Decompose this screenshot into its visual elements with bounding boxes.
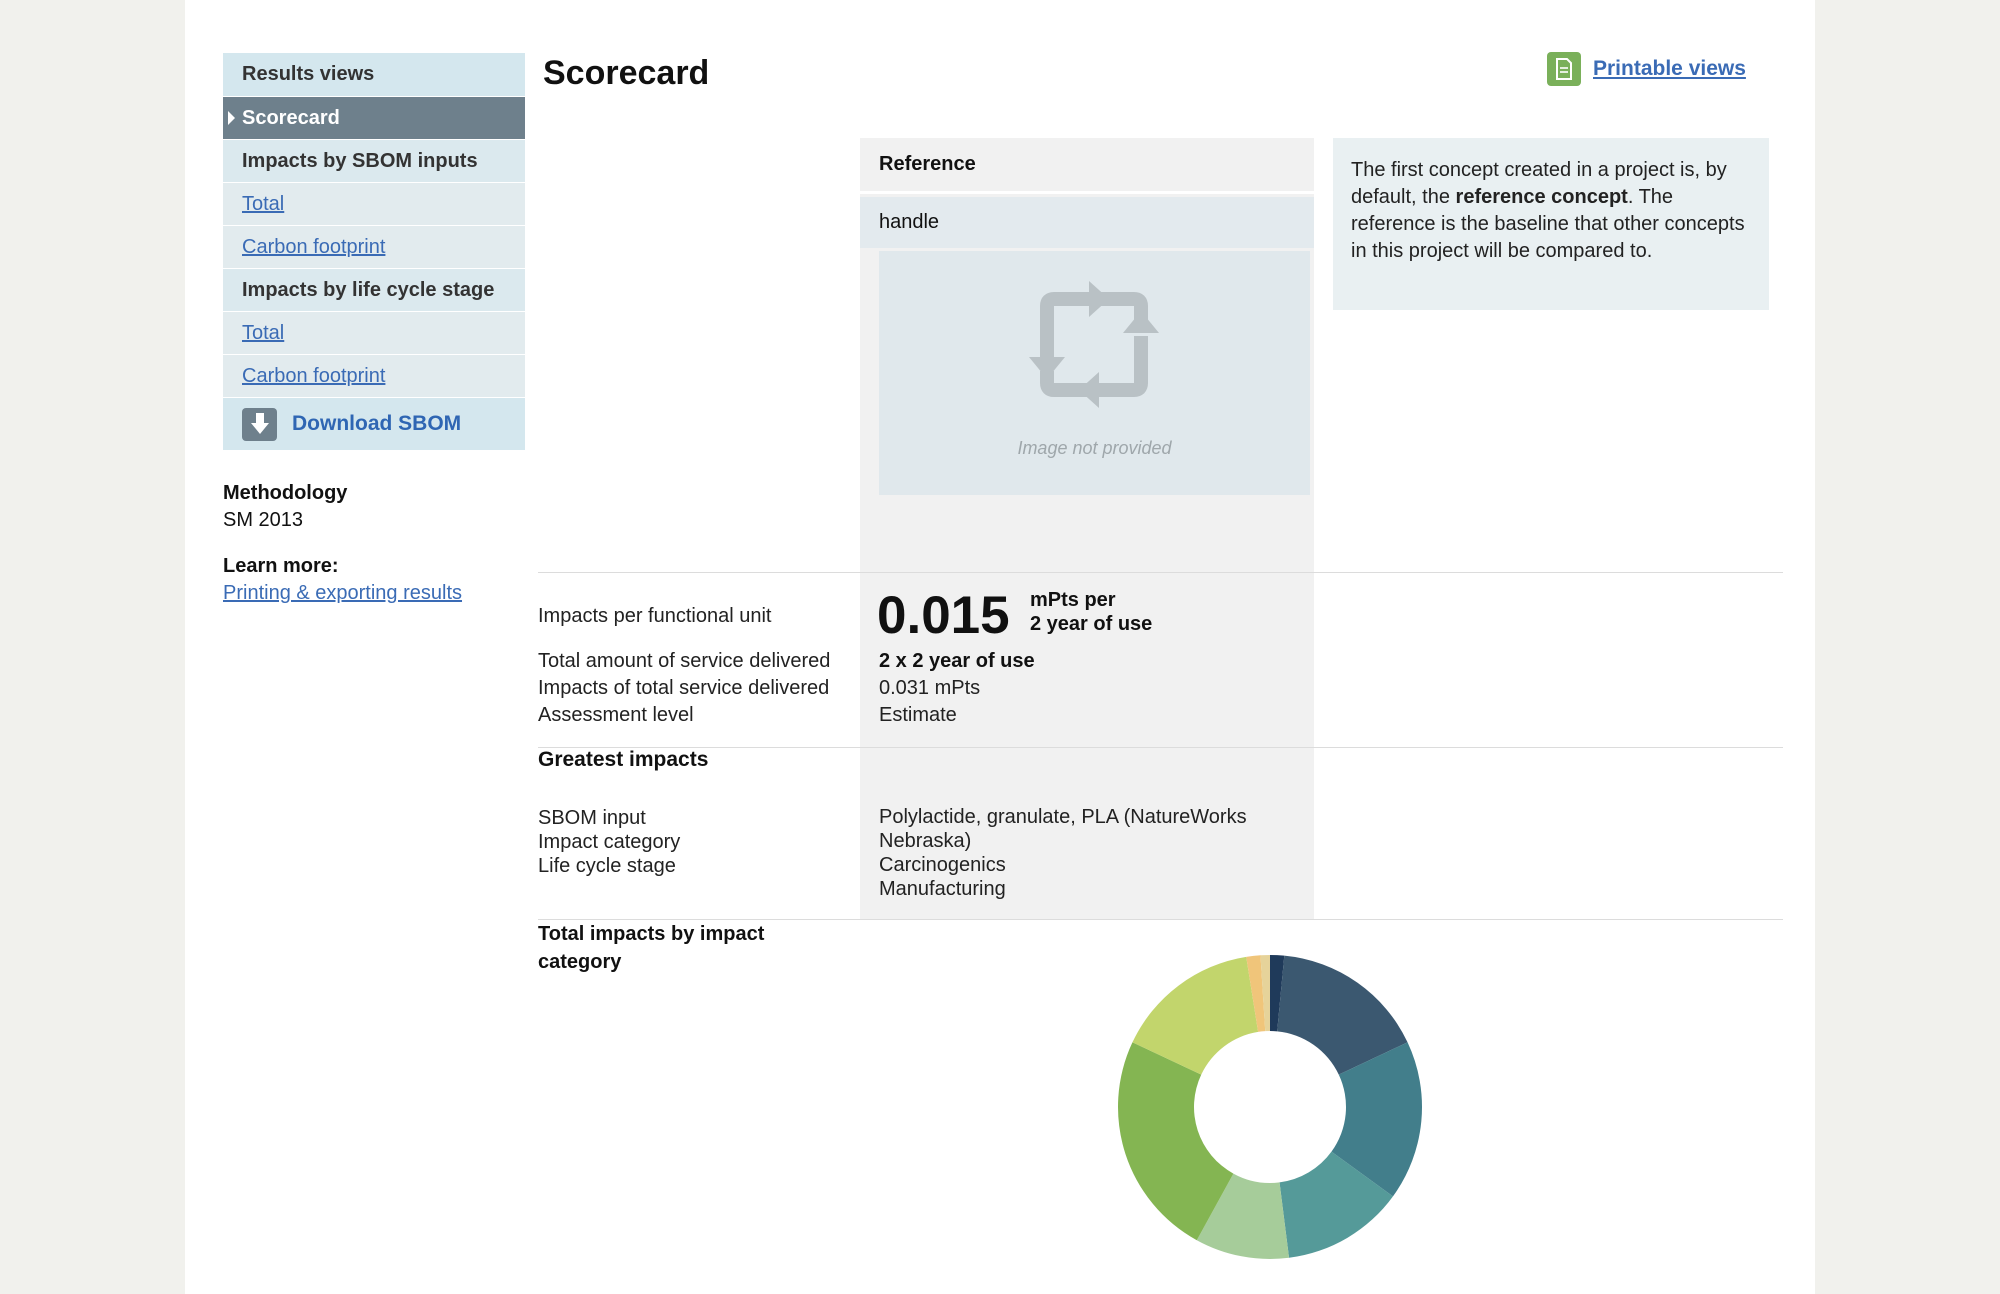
total-service-label: Total amount of service delivered bbox=[538, 650, 831, 672]
info-text-bold: reference concept bbox=[1455, 186, 1628, 208]
greatest-impacts-heading: Greatest impacts bbox=[538, 748, 709, 771]
download-icon bbox=[242, 407, 277, 441]
page-title: Scorecard bbox=[543, 54, 710, 92]
impacts-per-fu-value: 0.015 bbox=[877, 586, 1010, 645]
impacts-total-value: 0.031 mPts bbox=[879, 677, 981, 699]
printable-views-link[interactable]: Printable views bbox=[1593, 57, 1746, 81]
sbom-inputs-heading: Impacts by SBOM inputs bbox=[223, 140, 525, 182]
download-sbom-label: Download SBOM bbox=[292, 412, 462, 435]
unit-line-1: mPts per bbox=[1030, 589, 1116, 611]
sidebar-item-label: Scorecard bbox=[242, 106, 340, 129]
concept-name: handle bbox=[860, 197, 1314, 248]
methodology: Methodology SM 2013 bbox=[223, 480, 347, 534]
impacts-unit: mPts per 2 year of use bbox=[1030, 588, 1152, 636]
sbom-total-link[interactable]: Total bbox=[242, 193, 284, 216]
learn-more: Learn more: Printing & exporting results bbox=[223, 553, 462, 607]
methodology-value: SM 2013 bbox=[223, 509, 304, 531]
impact-category-value: Carcinogenics bbox=[879, 854, 1006, 876]
impact-category-donut-chart bbox=[1118, 955, 1422, 1259]
methodology-label: Methodology bbox=[223, 482, 348, 504]
printable-views: Printable views bbox=[1547, 52, 1746, 86]
caret-right-icon bbox=[228, 111, 235, 125]
assessment-level-value: Estimate bbox=[879, 704, 957, 726]
divider bbox=[538, 747, 1783, 748]
impact-category-label: Impact category bbox=[538, 831, 681, 853]
sidebar-item-sbom-total: Total bbox=[223, 183, 525, 225]
refresh-placeholder-icon bbox=[1029, 281, 1159, 408]
document-icon[interactable] bbox=[1547, 52, 1581, 86]
life-cycle-stage-value: Manufacturing bbox=[879, 878, 1006, 900]
sbom-input-value-line-1: Polylactide, granulate, PLA (NatureWorks bbox=[879, 806, 1247, 828]
reference-heading: Reference bbox=[860, 138, 1314, 194]
results-views-heading: Results views bbox=[223, 53, 525, 96]
results-sidebar: Results views Scorecard Impacts by SBOM … bbox=[223, 53, 525, 450]
sbom-carbon-footprint-link[interactable]: Carbon footprint bbox=[242, 236, 385, 259]
divider bbox=[538, 572, 1783, 573]
sidebar-item-sbom-carbon: Carbon footprint bbox=[223, 226, 525, 268]
reference-info-box: The first concept created in a project i… bbox=[1333, 138, 1769, 310]
total-impacts-heading-line-2: category bbox=[538, 951, 622, 973]
image-not-provided-caption: Image not provided bbox=[1017, 438, 1172, 458]
printing-exporting-link[interactable]: Printing & exporting results bbox=[223, 582, 462, 604]
concept-image-placeholder: Image not provided bbox=[879, 251, 1310, 495]
learn-more-label: Learn more: bbox=[223, 555, 339, 577]
lifecycle-total-link[interactable]: Total bbox=[242, 322, 284, 345]
page: Results views Scorecard Impacts by SBOM … bbox=[185, 0, 1815, 1294]
sbom-input-value-line-2: Nebraska) bbox=[879, 830, 972, 852]
download-sbom-button[interactable]: Download SBOM bbox=[223, 398, 525, 450]
impacts-per-fu-label: Impacts per functional unit bbox=[538, 605, 772, 627]
sidebar-item-lifecycle-carbon: Carbon footprint bbox=[223, 355, 525, 397]
sidebar-item-scorecard[interactable]: Scorecard bbox=[223, 97, 525, 139]
sidebar-item-lifecycle-total: Total bbox=[223, 312, 525, 354]
total-impacts-heading-line-1: Total impacts by impact bbox=[538, 923, 765, 945]
assessment-level-label: Assessment level bbox=[538, 704, 694, 726]
lifecycle-stage-heading: Impacts by life cycle stage bbox=[223, 269, 525, 311]
total-service-value: 2 x 2 year of use bbox=[879, 650, 1035, 672]
sbom-input-label: SBOM input bbox=[538, 807, 646, 829]
unit-line-2: 2 year of use bbox=[1030, 613, 1153, 635]
total-impacts-heading: Total impacts by impact category bbox=[538, 920, 764, 976]
life-cycle-stage-label: Life cycle stage bbox=[538, 855, 676, 877]
impacts-total-label: Impacts of total service delivered bbox=[538, 677, 830, 699]
greatest-impacts-values: Polylactide, granulate, PLA (NatureWorks… bbox=[879, 805, 1247, 901]
lifecycle-carbon-footprint-link[interactable]: Carbon footprint bbox=[242, 365, 385, 388]
